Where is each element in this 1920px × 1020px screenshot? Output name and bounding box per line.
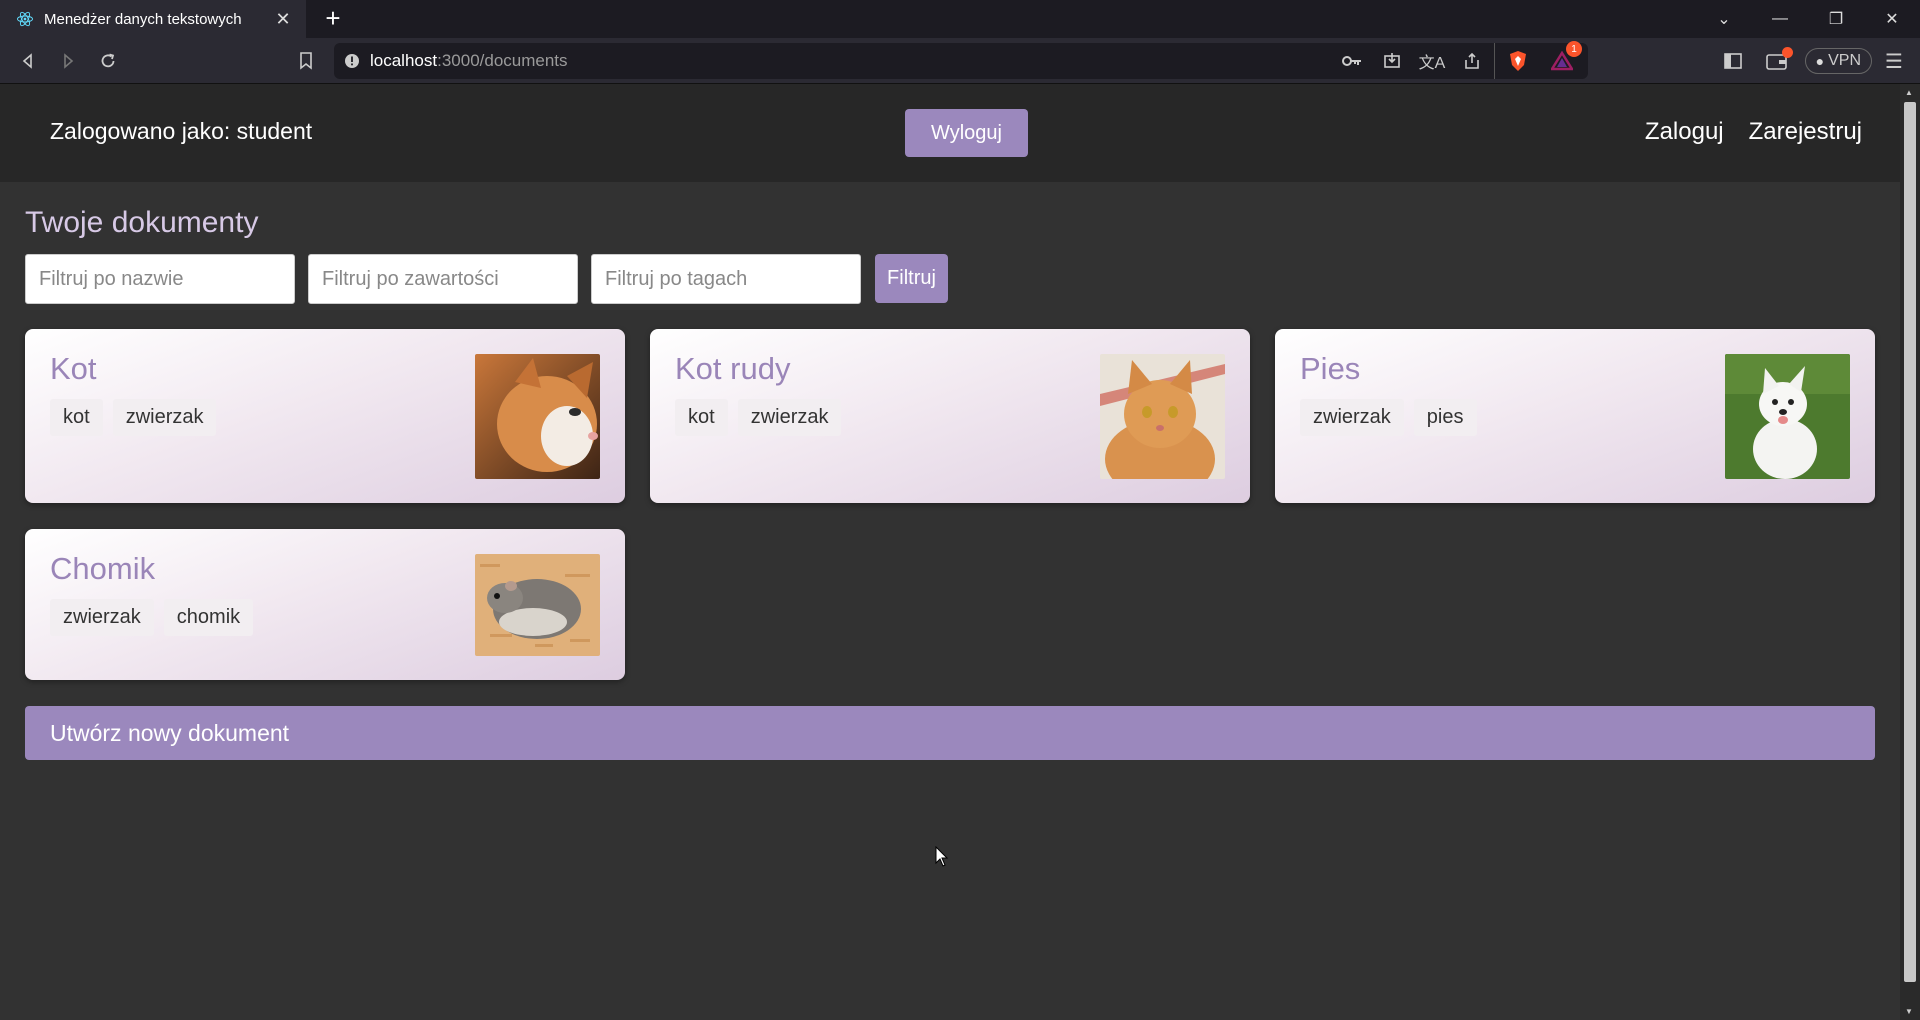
- document-title[interactable]: Kot: [50, 351, 97, 387]
- document-card[interactable]: Pies zwierzak pies: [1275, 329, 1875, 503]
- app-header: Zalogowano jako: student Wyloguj Zaloguj…: [0, 84, 1900, 182]
- address-bar[interactable]: localhost:3000/documents 文A 1: [334, 41, 1588, 79]
- close-tab-icon[interactable]: ✕: [272, 9, 294, 30]
- document-tags: zwierzak chomik: [50, 599, 254, 636]
- tag-chip: kot: [50, 399, 103, 436]
- install-app-icon[interactable]: [1374, 43, 1410, 79]
- filter-name-input[interactable]: Filtruj po nazwie: [25, 254, 295, 304]
- document-thumbnail: [475, 354, 600, 479]
- url-path: :3000/documents: [437, 51, 568, 70]
- page: Zalogowano jako: student Wyloguj Zaloguj…: [0, 84, 1900, 1020]
- document-tags: kot zwierzak: [675, 399, 842, 436]
- tag-chip: pies: [1413, 399, 1477, 436]
- address-bar-actions: 文A 1: [1334, 41, 1582, 79]
- window-controls: ⌄ — ❐ ✕: [1696, 0, 1920, 38]
- document-title[interactable]: Pies: [1300, 351, 1360, 387]
- browser-toolbar: localhost:3000/documents 文A 1 ● VPN ☰: [0, 38, 1920, 84]
- mouse-cursor-icon: [935, 846, 949, 867]
- minimize-icon[interactable]: —: [1752, 0, 1808, 38]
- document-thumbnail: [1100, 354, 1225, 479]
- page-scrollbar[interactable]: ▲ ▼: [1900, 84, 1920, 1020]
- login-link[interactable]: Zaloguj: [1645, 118, 1724, 146]
- filter-content-input[interactable]: Filtruj po zawartości: [308, 254, 578, 304]
- tag-chip: zwierzak: [737, 399, 842, 436]
- document-tags: kot zwierzak: [50, 399, 217, 436]
- tag-chip: zwierzak: [1300, 399, 1404, 436]
- vpn-button[interactable]: ● VPN: [1804, 48, 1872, 74]
- document-card[interactable]: Chomik zwierzak chomik: [25, 529, 625, 680]
- auth-nav: Zaloguj Zarejestruj: [1645, 118, 1862, 146]
- document-title[interactable]: Chomik: [50, 551, 155, 587]
- url-host: localhost: [370, 51, 438, 70]
- tab-list-chevron-icon[interactable]: ⌄: [1696, 0, 1752, 38]
- scrollbar-thumb[interactable]: [1904, 102, 1916, 982]
- filter-tags-input[interactable]: Filtruj po tagach: [591, 254, 861, 304]
- brave-rewards-icon[interactable]: 1: [1544, 41, 1582, 79]
- tab-title: Menedżer danych tekstowych: [44, 10, 242, 28]
- browser-tab[interactable]: Menedżer danych tekstowych ✕: [0, 0, 306, 38]
- logout-button[interactable]: Wyloguj: [905, 109, 1028, 157]
- tag-chip: chomik: [163, 599, 254, 636]
- document-thumbnail: [475, 554, 600, 656]
- filter-button[interactable]: Filtruj: [875, 254, 948, 303]
- menu-icon[interactable]: ☰: [1878, 45, 1910, 77]
- brave-shields-icon[interactable]: [1494, 43, 1540, 79]
- bookmark-icon[interactable]: [290, 45, 322, 77]
- wallet-icon[interactable]: [1755, 45, 1799, 77]
- reload-icon[interactable]: [92, 45, 124, 77]
- document-title[interactable]: Kot rudy: [675, 351, 790, 387]
- document-card[interactable]: Kot rudy kot zwierzak: [650, 329, 1250, 503]
- url-text: localhost:3000/documents: [370, 51, 568, 71]
- logged-in-user-label: Zalogowano jako: student: [50, 118, 313, 144]
- share-icon[interactable]: [1454, 43, 1490, 79]
- vpn-label: VPN: [1828, 52, 1861, 69]
- document-thumbnail: [1725, 354, 1850, 479]
- key-icon[interactable]: [1334, 43, 1370, 79]
- tag-chip: kot: [675, 399, 728, 436]
- tag-chip: zwierzak: [50, 599, 154, 636]
- document-card[interactable]: Kot kot zwierzak: [25, 329, 625, 503]
- forward-icon[interactable]: [52, 45, 84, 77]
- sidebar-icon[interactable]: [1717, 45, 1749, 77]
- page-title: Twoje dokumenty: [25, 206, 259, 239]
- toolbar-actions: ● VPN ☰: [1717, 45, 1910, 77]
- browser-tab-bar: Menedżer danych tekstowych ✕ + ⌄ — ❐ ✕: [0, 0, 1920, 38]
- back-icon[interactable]: [12, 45, 44, 77]
- rewards-count-badge: 1: [1566, 41, 1582, 57]
- document-tags: zwierzak pies: [1300, 399, 1477, 436]
- close-window-icon[interactable]: ✕: [1864, 0, 1920, 38]
- register-link[interactable]: Zarejestruj: [1749, 118, 1862, 146]
- translate-icon[interactable]: 文A: [1414, 43, 1450, 79]
- react-icon: [16, 10, 34, 28]
- tag-chip: zwierzak: [112, 399, 217, 436]
- site-info-icon[interactable]: [334, 53, 370, 69]
- restore-icon[interactable]: ❐: [1808, 0, 1864, 38]
- create-document-button[interactable]: Utwórz nowy dokument: [25, 706, 1875, 760]
- new-tab-button[interactable]: +: [318, 4, 348, 34]
- filter-bar: Filtruj po nazwie Filtruj po zawartości …: [25, 254, 948, 304]
